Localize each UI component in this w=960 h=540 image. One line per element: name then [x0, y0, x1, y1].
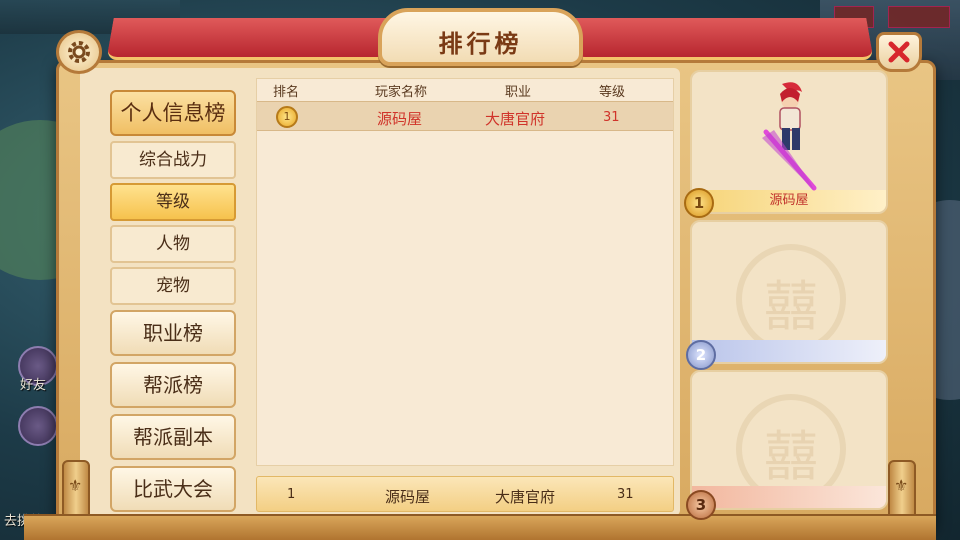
table-row[interactable]: 1 源码屋 大唐官府 31: [257, 101, 673, 131]
player-character-avatar: [762, 82, 817, 191]
menu-guild-dungeon[interactable]: 帮派副本: [110, 414, 236, 460]
close-icon: [888, 41, 910, 63]
header-class: 职业: [505, 85, 532, 100]
podium-name-band-2: [692, 340, 886, 362]
gold-medal-icon: 1: [276, 106, 298, 128]
close-button[interactable]: [876, 32, 922, 72]
header-player-name: 玩家名称: [375, 85, 428, 100]
menu-tournament[interactable]: 比武大会: [110, 466, 236, 512]
place-3-badge: 3: [686, 490, 716, 520]
gear-icon: [68, 41, 90, 63]
menu-personal-info[interactable]: 个人信息榜: [110, 90, 236, 136]
podium-card-3[interactable]: [690, 370, 888, 510]
friend-label: 好友: [20, 378, 47, 393]
header-level: 等级: [599, 85, 626, 100]
header-rank: 排名: [273, 85, 300, 100]
my-name: 源码屋: [385, 488, 431, 506]
my-class: 大唐官府: [495, 488, 556, 506]
row-class: 大唐官府: [485, 110, 546, 128]
row-player-name: 源码屋: [377, 110, 423, 128]
title-plaque: 排行榜: [378, 8, 583, 66]
my-ranking-row: 1 源码屋 大唐官府 31: [256, 476, 674, 512]
ranking-table: 排名 玩家名称 职业 等级 1 源码屋 大唐官府 31: [256, 78, 674, 466]
place-1-badge: 1: [684, 188, 714, 218]
place-2-badge: 2: [686, 340, 716, 370]
submenu-pet[interactable]: 宠物: [110, 267, 236, 305]
podium-card-2[interactable]: [690, 220, 888, 364]
menu-profession[interactable]: 职业榜: [110, 310, 236, 356]
submenu-level[interactable]: 等级: [110, 183, 236, 221]
my-rank: 1: [287, 487, 296, 502]
my-level: 31: [617, 487, 634, 502]
podium-name-band-3: [692, 486, 886, 508]
submenu-combat-power[interactable]: 综合战力: [110, 141, 236, 179]
chat-bubble-icon[interactable]: [18, 406, 58, 446]
menu-guild[interactable]: 帮派榜: [110, 362, 236, 408]
row-level: 31: [603, 110, 620, 125]
right-curtain: [536, 18, 874, 60]
table-header: 排名 玩家名称 职业 等级: [257, 79, 673, 100]
panel-bottom-bar: [24, 514, 936, 540]
page-title: 排行榜: [438, 30, 523, 58]
empty-slot-emblem: [736, 244, 846, 354]
submenu-character[interactable]: 人物: [110, 225, 236, 263]
settings-button[interactable]: [56, 30, 102, 74]
